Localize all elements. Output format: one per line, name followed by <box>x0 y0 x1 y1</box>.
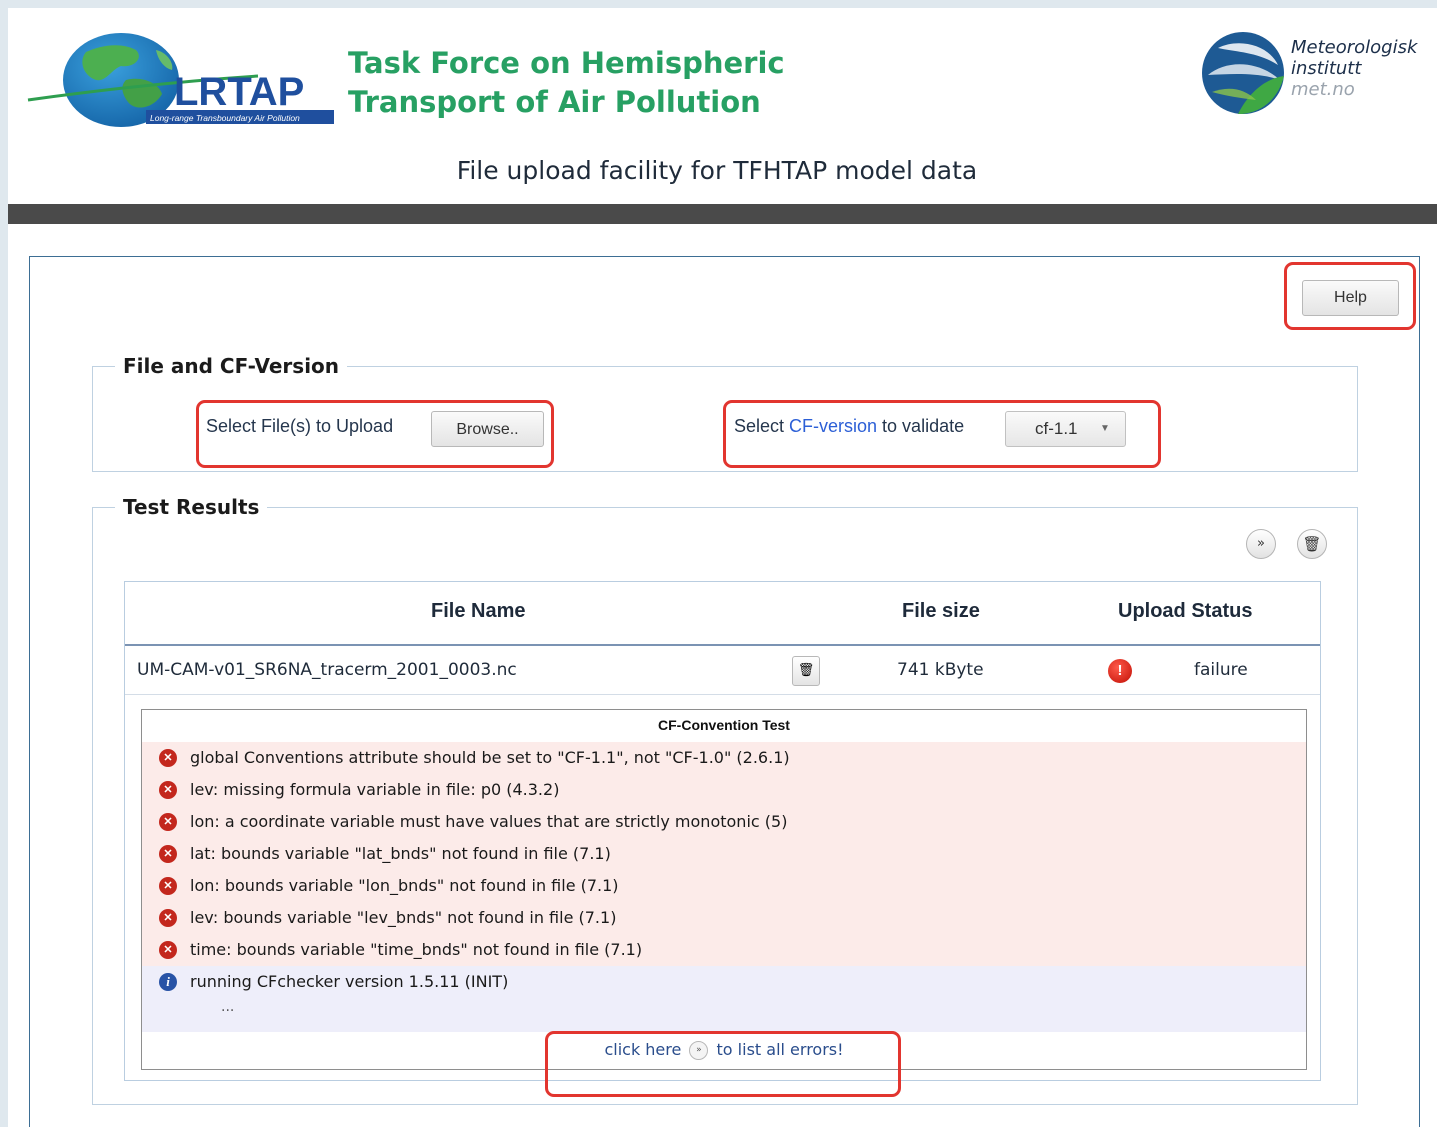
title-line-1: Task Force on Hemispheric <box>348 46 785 80</box>
cf-version-link[interactable]: CF-version <box>789 416 877 436</box>
error-item: ✕ lat: bounds variable "lat_bnds" not fou… <box>159 838 611 870</box>
test-results-fieldset: Test Results » 🗑 File Name File size Upl… <box>92 495 1358 1105</box>
error-text: lon: a coordinate variable must have val… <box>190 812 788 831</box>
file-cf-fieldset: File and CF-Version Select File(s) to Up… <box>92 354 1358 472</box>
header-divider-bar <box>8 204 1437 224</box>
error-icon: ✕ <box>159 909 177 927</box>
info-icon: i <box>159 973 177 991</box>
error-icon: ✕ <box>159 877 177 895</box>
list-all-errors-link[interactable]: click here » to list all errors! <box>142 1040 1306 1060</box>
page-title: Task Force on Hemispheric Transport of A… <box>348 44 785 122</box>
row-file-size: 741 kByte <box>897 660 984 680</box>
table-row: UM-CAM-v01_SR6NA_tracerm_2001_0003.nc 🗑 … <box>125 646 1320 695</box>
results-table: File Name File size Upload Status UM-CAM… <box>124 581 1321 1081</box>
error-text: global Conventions attribute should be s… <box>190 748 790 767</box>
help-button[interactable]: Help <box>1302 280 1399 316</box>
cf-test-title: CF-Convention Test <box>658 717 790 733</box>
error-icon: ✕ <box>159 749 177 767</box>
expand-all-icon[interactable]: » <box>1246 529 1276 559</box>
col-file-name: File Name <box>431 600 526 622</box>
row-file-name: UM-CAM-v01_SR6NA_tracerm_2001_0003.nc <box>137 660 517 680</box>
met-text: Meteorologisk institutt met.no <box>1291 37 1417 100</box>
browse-button[interactable]: Browse.. <box>431 411 544 447</box>
lrtap-logo-subtext: Long-range Transboundary Air Pollution <box>150 113 300 123</box>
error-item: ✕ time: bounds variable "time_bnds" not f… <box>159 934 643 966</box>
error-list: ✕ global Conventions attribute should be … <box>142 742 1306 966</box>
select-files-label: Select File(s) to Upload <box>206 416 394 436</box>
col-file-size: File size <box>902 600 980 622</box>
met-logo <box>1202 32 1284 114</box>
info-text: running CFchecker version 1.5.11 (INIT) <box>190 972 509 991</box>
institute-line-1: Meteorologisk <box>1291 37 1418 58</box>
institute-line-2: institutt <box>1291 58 1362 79</box>
chevron-down-icon: ▼ <box>1100 423 1110 434</box>
cf-version-select[interactable]: cf-1.1 ▼ <box>1005 411 1126 447</box>
failure-icon: ! <box>1108 659 1132 683</box>
info-item: i running CFchecker version 1.5.11 (INIT) <box>159 966 509 998</box>
title-line-2: Transport of Air Pollution <box>348 85 761 119</box>
cf-label-prefix: Select <box>734 416 790 436</box>
error-icon: ✕ <box>159 781 177 799</box>
page-subtitle: File upload facility for TFHTAP model da… <box>456 156 978 185</box>
col-upload-status: Upload Status <box>1118 600 1253 622</box>
error-item: ✕ lon: bounds variable "lon_bnds" not fou… <box>159 870 619 902</box>
more-ellipsis: ... <box>221 999 235 1015</box>
file-cf-legend: File and CF-Version <box>123 354 340 378</box>
delete-file-icon[interactable]: 🗑 <box>792 656 820 686</box>
main-panel: Help File and CF-Version Select File(s) … <box>29 256 1420 1127</box>
cf-version-value: cf-1.1 <box>1035 419 1078 438</box>
click-here-text[interactable]: click here <box>604 1040 681 1059</box>
institute-url: met.no <box>1291 79 1355 100</box>
row-status: failure <box>1194 660 1248 680</box>
error-text: lev: bounds variable "lev_bnds" not foun… <box>190 908 617 927</box>
lrtap-logo: LRTAP Long-range Transboundary Air Pollu… <box>27 33 334 127</box>
lrtap-logo-text: LRTAP <box>174 70 304 114</box>
error-text: lat: bounds variable "lat_bnds" not foun… <box>190 844 611 863</box>
trash-all-icon[interactable]: 🗑 <box>1297 529 1327 559</box>
cf-test-panel: CF-Convention Test ✕ global Conventions a… <box>141 709 1307 1070</box>
page: LRTAP Long-range Transboundary Air Pollu… <box>8 8 1437 1127</box>
test-results-legend: Test Results <box>123 495 260 519</box>
error-item: ✕ global Conventions attribute should be … <box>159 742 790 774</box>
error-item: ✕ lev: bounds variable "lev_bnds" not fou… <box>159 902 617 934</box>
error-text: lev: missing formula variable in file: p… <box>190 780 560 799</box>
error-icon: ✕ <box>159 941 177 959</box>
error-item: ✕ lon: a coordinate variable must have va… <box>159 806 788 838</box>
table-header: File Name File size Upload Status <box>125 582 1320 646</box>
cf-version-label: Select CF-version to validate <box>734 416 964 437</box>
cf-label-suffix: to validate <box>877 416 965 436</box>
info-list: i running CFchecker version 1.5.11 (INIT) <box>142 966 1306 1032</box>
error-icon: ✕ <box>159 845 177 863</box>
list-errors-text[interactable]: to list all errors! <box>717 1040 844 1059</box>
error-icon: ✕ <box>159 813 177 831</box>
error-text: time: bounds variable "time_bnds" not fo… <box>190 940 643 959</box>
expand-icon[interactable]: » <box>689 1041 709 1060</box>
error-text: lon: bounds variable "lon_bnds" not foun… <box>190 876 619 895</box>
error-item: ✕ lev: missing formula variable in file: … <box>159 774 560 806</box>
